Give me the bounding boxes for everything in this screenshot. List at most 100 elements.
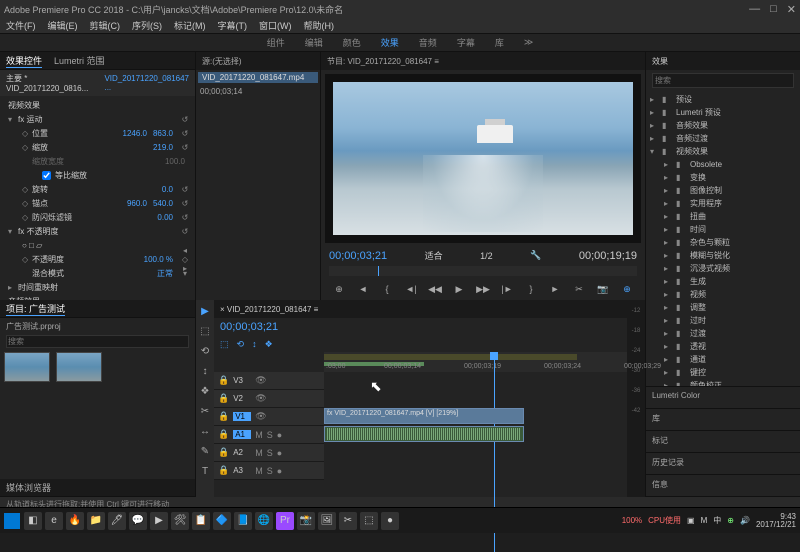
ripple-tool[interactable]: ⟲ [198, 344, 212, 358]
effects-tree-item[interactable]: ▸▮通道 [650, 353, 796, 366]
menu-file[interactable]: 文件(F) [6, 19, 36, 32]
taskbar-app-icon[interactable]: 📘 [234, 512, 252, 530]
effects-tree-item[interactable]: ▸▮实用程序 [650, 197, 796, 210]
keyframe-icon[interactable]: ◇ [22, 129, 32, 138]
program-fit-dropdown[interactable]: 适合 [425, 249, 443, 262]
solo-icon[interactable]: S [267, 448, 273, 458]
record-icon[interactable]: ● [277, 466, 282, 476]
workspace-overflow[interactable]: ≫ [524, 37, 533, 48]
ec-anchor-y[interactable]: 540.0 [153, 199, 173, 208]
program-video-display[interactable] [325, 74, 641, 243]
tray-icon[interactable]: ▣ [687, 516, 695, 525]
toggle-icon[interactable]: ▾ [8, 115, 18, 124]
type-tool[interactable]: T [198, 464, 212, 478]
tray-icon[interactable]: 🔊 [740, 516, 750, 525]
workspace-effects[interactable]: 效果 [381, 36, 399, 49]
mute-icon[interactable]: M [255, 466, 263, 476]
lock-icon[interactable]: 🔒 [218, 411, 229, 422]
start-button[interactable] [4, 513, 20, 529]
forward-button[interactable]: ▶▶ [475, 282, 491, 296]
toggle-icon[interactable]: ▾ [8, 227, 18, 236]
ec-blend-val[interactable]: 正常 [157, 268, 173, 279]
timeline-timecode[interactable]: 00;00;03;21 [220, 321, 278, 333]
ec-masks[interactable]: ○ □ ▱ [22, 241, 191, 250]
maximize-button[interactable]: □ [770, 3, 777, 16]
ec-scale-val[interactable]: 219.0 [153, 143, 173, 152]
effects-tree-item[interactable]: ▸▮音频过渡 [650, 132, 796, 145]
menu-sequence[interactable]: 序列(S) [132, 19, 162, 32]
menu-edit[interactable]: 编辑(E) [48, 19, 78, 32]
keyframe-icon[interactable]: ◇ [22, 255, 32, 264]
tray-icon[interactable]: ⊕ [727, 516, 734, 525]
effects-tree-item[interactable]: ▸▮模糊与锐化 [650, 249, 796, 262]
mark-out-button[interactable]: ► [547, 282, 563, 296]
record-icon[interactable]: ● [277, 430, 282, 440]
marker-icon[interactable]: ↕ [252, 339, 257, 349]
lock-icon[interactable]: 🔒 [218, 393, 229, 404]
panel-libraries[interactable]: 库 [646, 409, 800, 431]
workspace-libraries[interactable]: 库 [495, 36, 504, 49]
keyframe-icon[interactable]: ◇ [22, 185, 32, 194]
track-v1[interactable]: V1 [233, 412, 251, 421]
effects-tree-item[interactable]: ▸▮颜色校正 [650, 379, 796, 386]
close-button[interactable]: ✕ [787, 3, 796, 16]
track-v2[interactable]: V2 [233, 394, 251, 403]
reset-icon[interactable]: ↺ [179, 213, 191, 222]
ec-motion[interactable]: fx 运动 [18, 114, 179, 125]
taskbar-app-icon[interactable]: 🔥 [66, 512, 84, 530]
reset-icon[interactable]: ↺ [179, 115, 191, 124]
program-tab[interactable]: 节目: VID_20171220_081647 ≡ [327, 56, 439, 67]
ec-position-y[interactable]: 863.0 [153, 129, 173, 138]
lock-icon[interactable]: 🔒 [218, 447, 229, 458]
track-a2[interactable]: A2 [233, 448, 251, 457]
effects-search-input[interactable] [652, 73, 794, 88]
add-marker-button[interactable]: ⊕ [331, 282, 347, 296]
toggle-icon[interactable]: ▸ [8, 283, 18, 292]
taskbar-app-icon[interactable]: ▶ [150, 512, 168, 530]
track-v3[interactable]: V3 [233, 376, 251, 385]
taskbar-app-icon[interactable]: 🔷 [213, 512, 231, 530]
selection-tool[interactable]: ▶ [198, 304, 212, 318]
taskbar-app-icon[interactable]: 🛠 [171, 512, 189, 530]
export-frame-button[interactable]: 📷 [595, 282, 611, 296]
taskbar-app-icon[interactable]: 🌐 [255, 512, 273, 530]
hand-tool[interactable]: ✎ [198, 444, 212, 458]
go-in-button[interactable]: { [379, 282, 395, 296]
ec-timeremap[interactable]: 时间重映射 [18, 282, 191, 293]
ec-clip-selector[interactable]: VID_20171220_081647 ... [104, 74, 189, 92]
effects-tree-item[interactable]: ▾▮视频效果 [650, 145, 796, 158]
workspace-titles[interactable]: 字幕 [457, 36, 475, 49]
effects-tree-item[interactable]: ▸▮调整 [650, 301, 796, 314]
minimize-button[interactable]: — [749, 3, 760, 16]
lock-icon[interactable]: 🔒 [218, 429, 229, 440]
go-out-button[interactable]: } [523, 282, 539, 296]
solo-icon[interactable]: S [267, 466, 273, 476]
panel-markers[interactable]: 标记 [646, 431, 800, 453]
play-button[interactable]: ▶ [451, 282, 467, 296]
panel-history[interactable]: 历史记录 [646, 453, 800, 475]
panel-info[interactable]: 信息 [646, 475, 800, 497]
taskbar-app-icon[interactable]: 🖼 [318, 512, 336, 530]
solo-icon[interactable]: S [267, 430, 273, 440]
effects-tree-item[interactable]: ▸▮时间 [650, 223, 796, 236]
eye-icon[interactable]: 👁 [255, 393, 266, 404]
taskbar-app-icon[interactable]: ◧ [24, 512, 42, 530]
button-editor-button[interactable]: ⊕ [619, 282, 635, 296]
mute-icon[interactable]: M [255, 430, 263, 440]
menu-help[interactable]: 帮助(H) [304, 19, 335, 32]
tab-project[interactable]: 项目: 广告测试 [6, 302, 65, 316]
track-a1[interactable]: A1 [233, 430, 251, 439]
menu-window[interactable]: 窗口(W) [259, 19, 292, 32]
audio-clip[interactable] [324, 426, 524, 442]
ec-anchor-x[interactable]: 960.0 [127, 199, 147, 208]
snap-icon[interactable]: ⬚ [220, 339, 229, 350]
project-thumbnail[interactable] [4, 352, 50, 382]
step-fwd-button[interactable]: |► [499, 282, 515, 296]
taskbar-app-icon[interactable]: ⬚ [360, 512, 378, 530]
taskbar-app-icon[interactable]: 💬 [129, 512, 147, 530]
source-tab-none[interactable]: 源:(无选择) [202, 56, 242, 67]
slip-tool[interactable]: ✂ [198, 404, 212, 418]
lock-icon[interactable]: 🔒 [218, 465, 229, 476]
effects-tree-item[interactable]: ▸▮生成 [650, 275, 796, 288]
taskbar-app-icon[interactable]: 📁 [87, 512, 105, 530]
